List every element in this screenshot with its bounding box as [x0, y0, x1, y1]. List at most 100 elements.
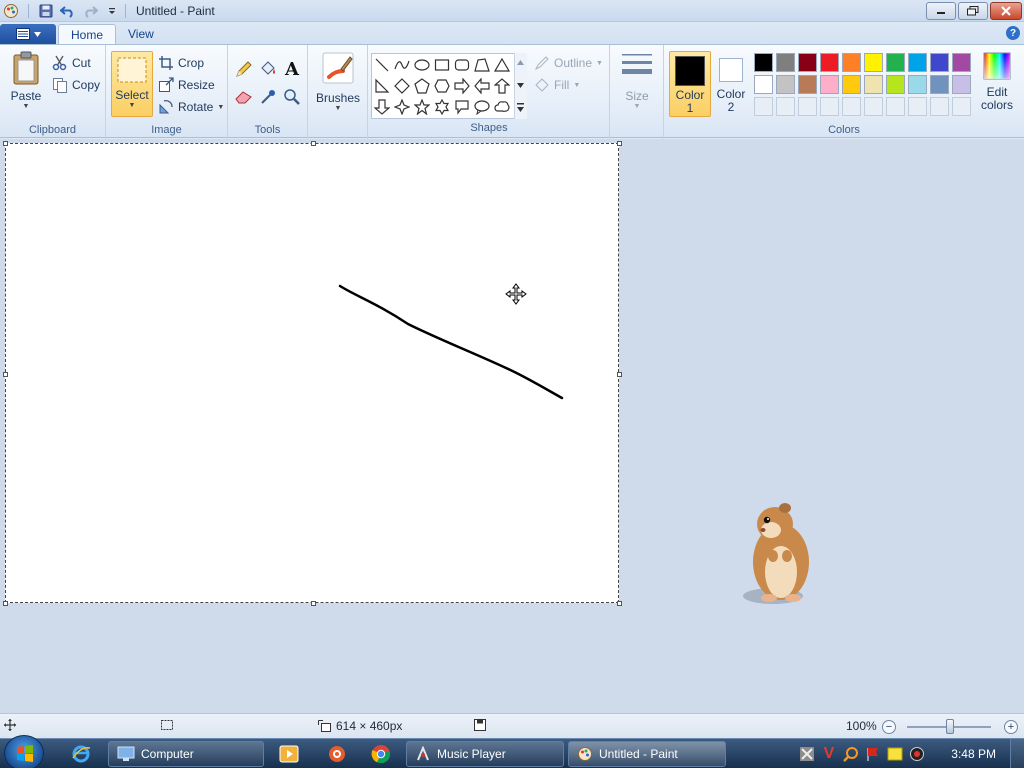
zoom-in-button[interactable]: + [1004, 720, 1018, 734]
copy-button[interactable]: Copy [52, 75, 100, 95]
help-icon[interactable]: ? [1006, 26, 1020, 40]
rectangle-shape-icon[interactable] [432, 55, 452, 75]
drawing-canvas[interactable] [5, 143, 619, 603]
palette-swatch[interactable] [754, 53, 773, 72]
resize-handle-top[interactable] [311, 141, 316, 146]
palette-swatch[interactable] [952, 53, 971, 72]
polygon-shape-icon[interactable] [472, 55, 492, 75]
palette-swatch[interactable] [842, 75, 861, 94]
media-player-icon[interactable] [278, 743, 300, 765]
notes-tray-icon[interactable] [884, 743, 906, 765]
rounded-rectangle-shape-icon[interactable] [452, 55, 472, 75]
resize-handle-bottom-right[interactable] [617, 601, 622, 606]
brushes-button[interactable]: Brushes ▼ [314, 51, 362, 117]
hexagon-shape-icon[interactable] [432, 76, 452, 96]
tab-home[interactable]: Home [58, 24, 117, 44]
palette-swatch[interactable] [776, 75, 795, 94]
redo-icon[interactable] [81, 2, 99, 20]
triangle-shape-icon[interactable] [492, 55, 512, 75]
palette-swatch[interactable] [820, 75, 839, 94]
volume-tray-icon[interactable] [906, 743, 928, 765]
custom-color-slot[interactable] [820, 97, 839, 116]
media-app-icon[interactable] [326, 743, 348, 765]
rotate-button[interactable]: Rotate ▼ [158, 97, 224, 117]
five-point-star-shape-icon[interactable] [412, 97, 432, 117]
color-picker-icon[interactable] [257, 87, 279, 107]
palette-swatch[interactable] [952, 75, 971, 94]
taskbar-item-computer[interactable]: Computer [108, 741, 264, 767]
custom-color-slot[interactable] [930, 97, 949, 116]
palette-swatch[interactable] [798, 53, 817, 72]
left-arrow-shape-icon[interactable] [472, 76, 492, 96]
pencil-icon[interactable] [233, 59, 255, 79]
show-desktop-button[interactable] [1010, 739, 1024, 768]
select-button[interactable]: Select ▼ [111, 51, 153, 117]
palette-swatch[interactable] [886, 75, 905, 94]
curve-shape-icon[interactable] [392, 55, 412, 75]
zoom-out-button[interactable]: − [882, 720, 896, 734]
close-button[interactable] [990, 2, 1022, 20]
resize-handle-bottom[interactable] [311, 601, 316, 606]
palette-swatch[interactable] [820, 53, 839, 72]
palette-swatch[interactable] [864, 75, 883, 94]
cloud-callout-shape-icon[interactable] [492, 97, 512, 117]
search-tray-icon[interactable] [840, 743, 862, 765]
custom-color-slot[interactable] [952, 97, 971, 116]
cut-button[interactable]: Cut [52, 53, 91, 73]
palette-swatch[interactable] [930, 53, 949, 72]
paint-app-icon[interactable] [2, 2, 20, 20]
six-point-star-shape-icon[interactable] [432, 97, 452, 117]
resize-handle-right[interactable] [617, 372, 622, 377]
palette-swatch[interactable] [864, 53, 883, 72]
rounded-callout-shape-icon[interactable] [452, 97, 472, 117]
color1-button[interactable]: Color 1 [669, 51, 711, 117]
right-triangle-shape-icon[interactable] [372, 76, 392, 96]
zoom-slider-thumb[interactable] [946, 719, 954, 734]
custom-color-slot[interactable] [776, 97, 795, 116]
internet-explorer-icon[interactable] [70, 743, 92, 765]
save-icon[interactable] [37, 2, 55, 20]
palette-swatch[interactable] [908, 53, 927, 72]
color2-button[interactable]: Color 2 [713, 51, 749, 117]
oval-callout-shape-icon[interactable] [472, 97, 492, 117]
crop-button[interactable]: Crop [158, 53, 204, 73]
resize-handle-bottom-left[interactable] [3, 601, 8, 606]
shapes-scrollbar[interactable] [514, 53, 527, 119]
hamster-desktop-pet[interactable] [733, 500, 823, 610]
custom-color-slot[interactable] [908, 97, 927, 116]
resize-handle-top-left[interactable] [3, 141, 8, 146]
taskbar-item-paint[interactable]: Untitled - Paint [568, 741, 726, 767]
custom-color-slot[interactable] [754, 97, 773, 116]
tray-app-icon[interactable] [796, 743, 818, 765]
pentagon-shape-icon[interactable] [412, 76, 432, 96]
up-arrow-shape-icon[interactable] [492, 76, 512, 96]
paint-menu-button[interactable] [0, 24, 56, 44]
resize-handle-left[interactable] [3, 372, 8, 377]
oval-shape-icon[interactable] [412, 55, 432, 75]
custom-color-slot[interactable] [864, 97, 883, 116]
taskbar-clock[interactable]: 3:48 PM [951, 747, 996, 761]
restore-button[interactable] [958, 2, 988, 20]
taskbar-item-music-player[interactable]: Music Player [406, 741, 564, 767]
magnifier-icon[interactable] [281, 87, 303, 107]
eraser-icon[interactable] [233, 87, 255, 107]
diamond-shape-icon[interactable] [392, 76, 412, 96]
custom-color-slot[interactable] [798, 97, 817, 116]
resize-handle-top-right[interactable] [617, 141, 622, 146]
custom-color-slot[interactable] [886, 97, 905, 116]
custom-color-slot[interactable] [842, 97, 861, 116]
palette-swatch[interactable] [886, 53, 905, 72]
palette-swatch[interactable] [930, 75, 949, 94]
right-arrow-shape-icon[interactable] [452, 76, 472, 96]
paste-button[interactable]: Paste ▼ [6, 51, 46, 117]
edit-colors-button[interactable]: Edit colors [976, 51, 1018, 117]
fill-button[interactable]: Fill ▼ [534, 75, 580, 95]
minimize-button[interactable] [926, 2, 956, 20]
antivirus-tray-icon[interactable]: V [818, 743, 840, 765]
fill-bucket-icon[interactable] [257, 59, 279, 79]
palette-swatch[interactable] [798, 75, 817, 94]
four-point-star-shape-icon[interactable] [392, 97, 412, 117]
resize-button[interactable]: Resize [158, 75, 215, 95]
palette-swatch[interactable] [908, 75, 927, 94]
text-tool-icon[interactable]: A [281, 59, 303, 80]
